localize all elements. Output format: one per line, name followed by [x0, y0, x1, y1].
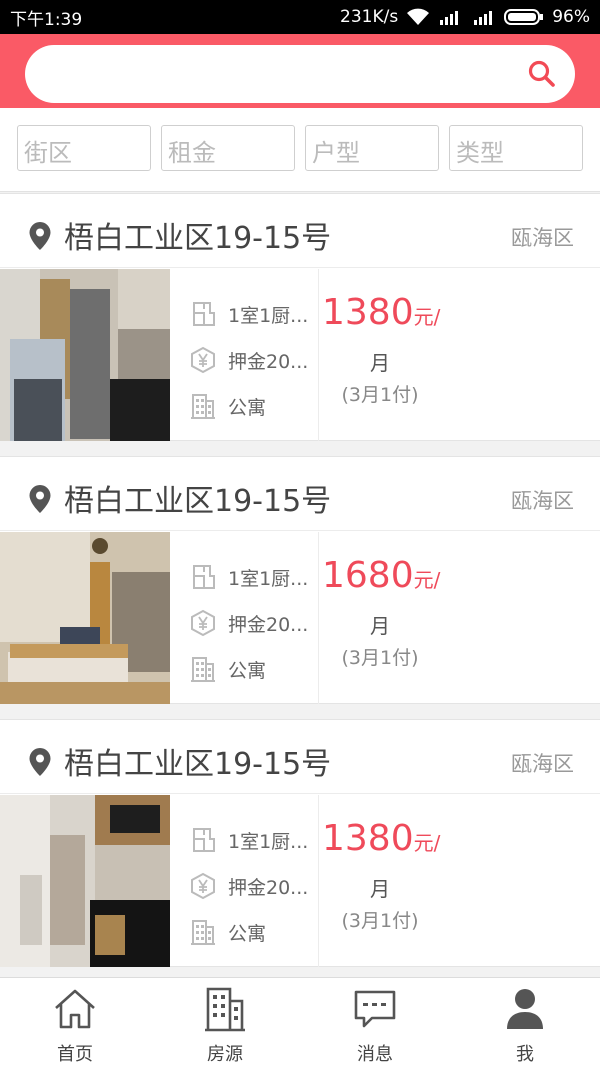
- payment-terms: (3月1付): [341, 910, 419, 932]
- location-pin-icon: [29, 485, 51, 513]
- battery-percent: 96%: [552, 7, 590, 27]
- apartment-icon: [191, 394, 215, 419]
- detail-layout: 1室1厨...: [188, 299, 308, 329]
- detail-type: 公寓: [188, 391, 266, 421]
- tab-listings[interactable]: 房源: [150, 986, 300, 1066]
- filter-type[interactable]: 类型: [449, 125, 583, 171]
- filter-district[interactable]: 街区: [17, 125, 151, 171]
- battery-icon: [504, 8, 544, 26]
- payment-terms: (3月1付): [341, 384, 419, 406]
- building-icon: [205, 987, 245, 1032]
- search-icon[interactable]: [527, 59, 557, 89]
- tab-me[interactable]: 我: [450, 986, 600, 1066]
- floorplan-icon: [193, 302, 215, 326]
- location-pin-icon: [29, 222, 51, 250]
- price-unit: 元/: [413, 831, 441, 855]
- listing-title: 梧白工业区19-15号: [64, 221, 332, 256]
- price-month: 月: [370, 614, 390, 638]
- home-icon: [55, 989, 95, 1029]
- detail-deposit: 押金20...: [188, 345, 308, 375]
- message-icon: [354, 990, 396, 1028]
- tab-home[interactable]: 首页: [0, 986, 150, 1066]
- detail-layout: 1室1厨...: [188, 825, 308, 855]
- yen-hexagon-icon: [191, 872, 215, 900]
- listing-header: 梧白工业区19-15号 瓯海区: [0, 457, 600, 531]
- listing-details: 1室1厨... 押金20... 公寓: [170, 532, 319, 704]
- listing-photo[interactable]: [0, 795, 170, 967]
- payment-terms: (3月1付): [341, 647, 419, 669]
- yen-hexagon-icon: [191, 609, 215, 637]
- signal-4g-icon: [438, 8, 464, 26]
- price-value: 1380: [322, 818, 414, 859]
- status-bar: 下午1:39 231K/s 96%: [0, 0, 600, 34]
- listing-details: 1室1厨... 押金20... 公寓: [170, 795, 319, 967]
- status-time: 下午1:39: [10, 9, 83, 30]
- price-value: 1680: [322, 555, 414, 596]
- location-pin-icon: [29, 748, 51, 776]
- listing-price: 1380元/ 月 (3月1付): [320, 269, 440, 441]
- listing-card[interactable]: 梧白工业区19-15号 瓯海区 1室1厨... 押金20... 公寓: [0, 193, 600, 441]
- listing-header: 梧白工业区19-15号 瓯海区: [0, 720, 600, 794]
- price-value: 1380: [322, 292, 414, 333]
- detail-type: 公寓: [188, 917, 266, 947]
- user-icon: [507, 989, 543, 1029]
- status-indicators: 231K/s 96%: [340, 7, 590, 27]
- listing-district: 瓯海区: [511, 489, 574, 513]
- listing-photo[interactable]: [0, 269, 170, 441]
- listing-price: 1380元/ 月 (3月1付): [320, 795, 440, 967]
- wifi-icon: [406, 8, 430, 26]
- floorplan-icon: [193, 828, 215, 852]
- listing-card[interactable]: 梧白工业区19-15号 瓯海区 1室1厨... 押金20... 公寓: [0, 719, 600, 967]
- filter-rent[interactable]: 租金: [161, 125, 295, 171]
- listing-district: 瓯海区: [511, 226, 574, 250]
- apartment-icon: [191, 920, 215, 945]
- search-input[interactable]: [25, 45, 575, 103]
- tab-messages[interactable]: 消息: [300, 986, 450, 1066]
- price-month: 月: [370, 351, 390, 375]
- signal-icon: [472, 8, 496, 26]
- detail-deposit: 押金20...: [188, 608, 308, 638]
- price-month: 月: [370, 877, 390, 901]
- price-unit: 元/: [413, 568, 441, 592]
- listing-title: 梧白工业区19-15号: [64, 747, 332, 782]
- listing-title: 梧白工业区19-15号: [64, 484, 332, 519]
- listing-price: 1680元/ 月 (3月1付): [320, 532, 440, 704]
- search-header: [0, 34, 600, 108]
- floorplan-icon: [193, 565, 215, 589]
- network-speed: 231K/s: [340, 7, 399, 27]
- price-unit: 元/: [413, 305, 441, 329]
- filter-bar: 街区 租金 户型 类型: [0, 108, 600, 192]
- detail-deposit: 押金20...: [188, 871, 308, 901]
- listing-card[interactable]: 梧白工业区19-15号 瓯海区 1室1厨... 押金20... 公寓: [0, 456, 600, 704]
- listing-district: 瓯海区: [511, 752, 574, 776]
- listing-details: 1室1厨... 押金20... 公寓: [170, 269, 319, 441]
- yen-hexagon-icon: [191, 346, 215, 374]
- listing-photo[interactable]: [0, 532, 170, 704]
- listing-header: 梧白工业区19-15号 瓯海区: [0, 194, 600, 268]
- detail-type: 公寓: [188, 654, 266, 684]
- detail-layout: 1室1厨...: [188, 562, 308, 592]
- filter-layout[interactable]: 户型: [305, 125, 439, 171]
- bottom-tab-bar: 首页 房源 消息 我: [0, 977, 600, 1067]
- apartment-icon: [191, 657, 215, 682]
